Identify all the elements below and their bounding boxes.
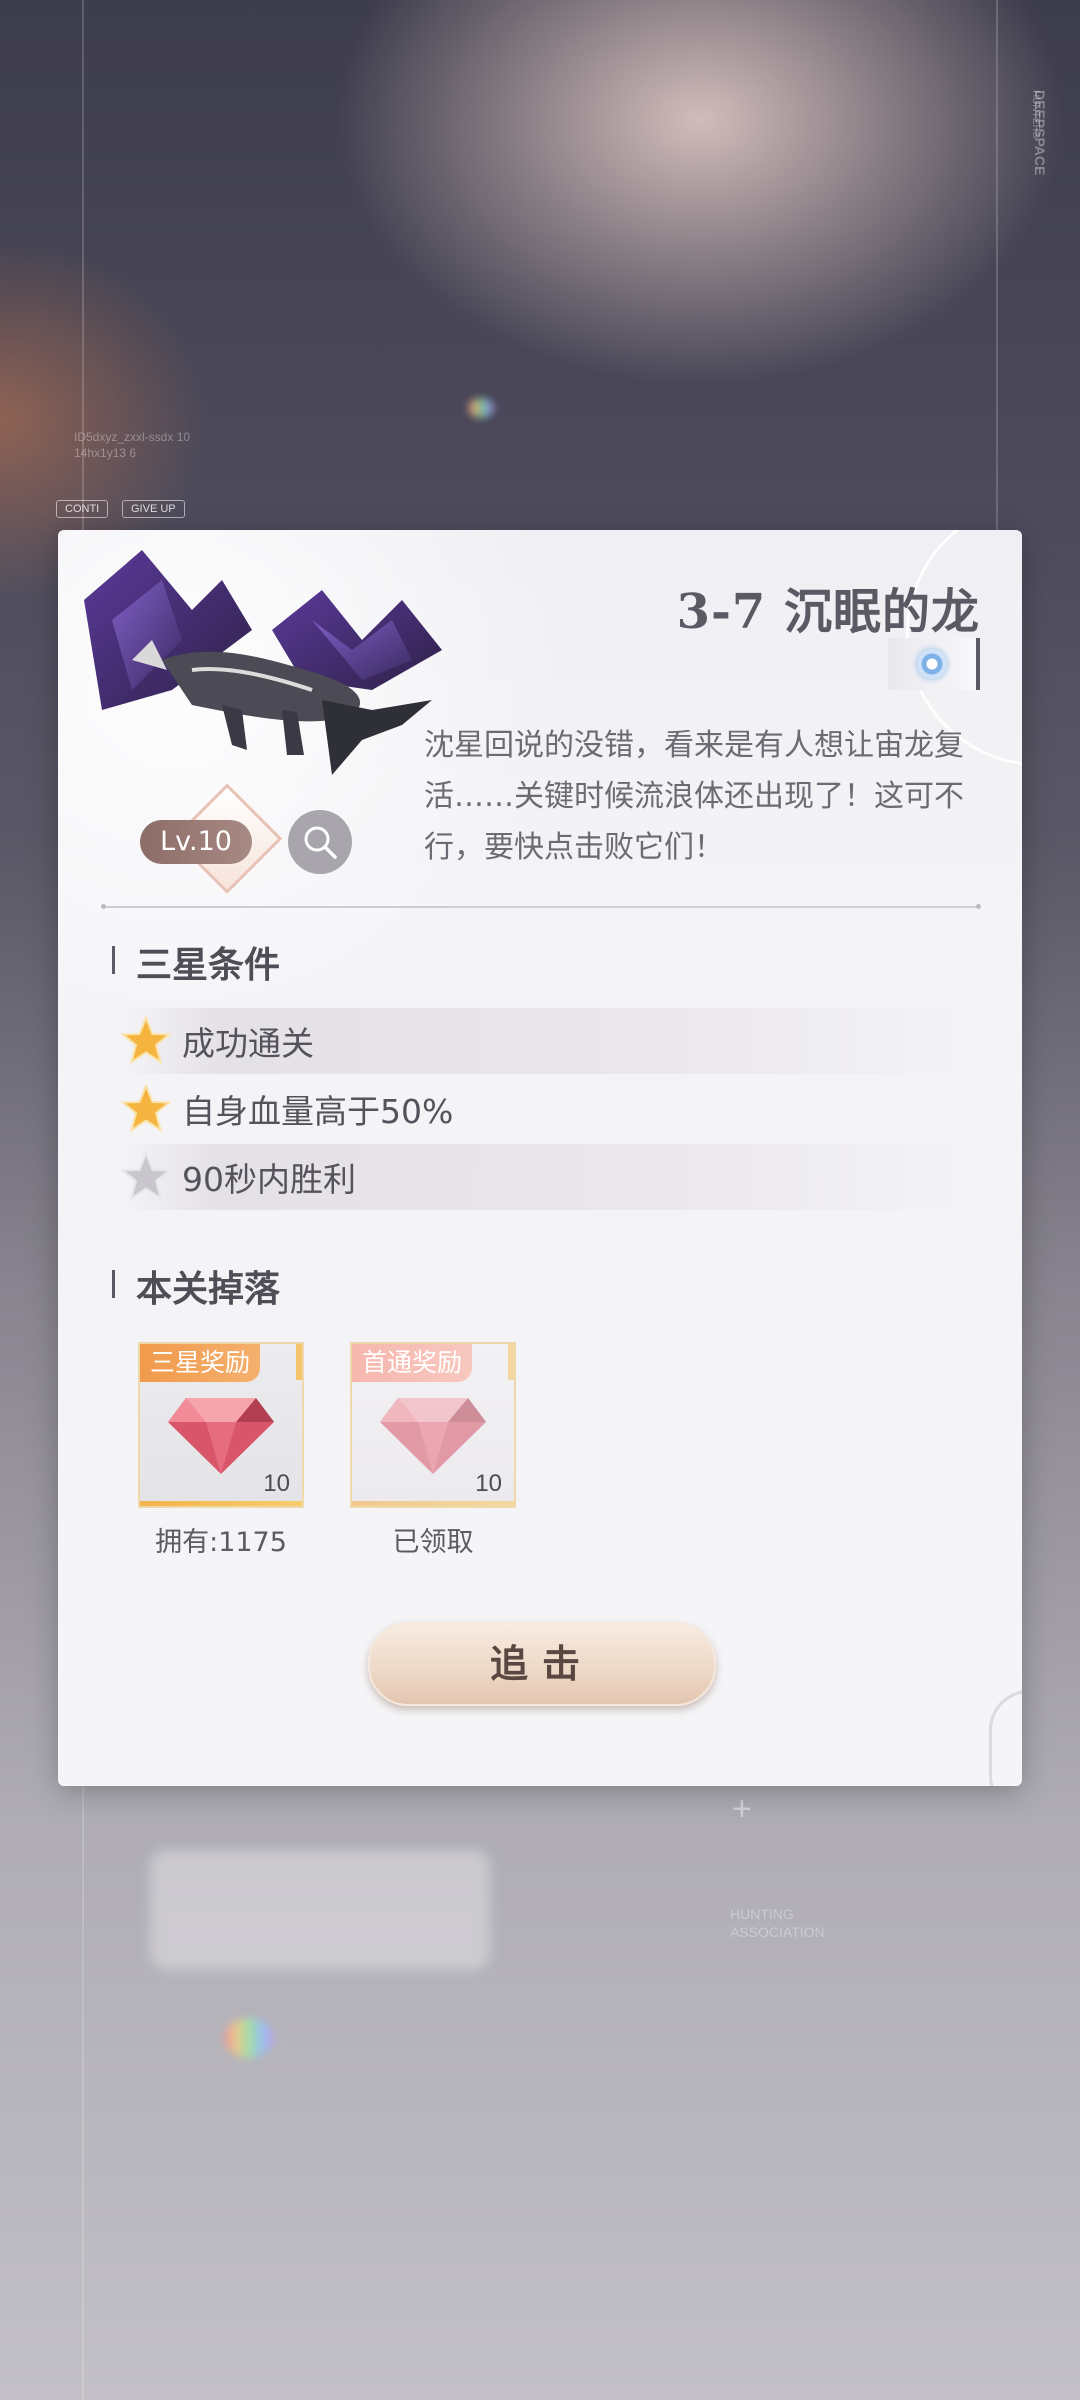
reward-side-accent [296,1344,302,1380]
three-star-conditions-heading: 三星条件 [112,936,280,988]
condition-row: 90秒内胜利 [120,1144,970,1210]
bg-prism-flare-2 [224,2018,274,2058]
bg-plus-icon: + [732,1790,752,1828]
section-divider [101,904,981,909]
condition-text: 成功通关 [182,1024,314,1063]
bg-vertical-line-right [996,0,998,540]
bg-prism-flare-1 [468,398,494,418]
stage-mode-badge[interactable] [888,638,980,690]
condition-text: 90秒内胜利 [182,1160,356,1199]
reward-caption: 拥有:1175 [155,1527,287,1558]
star-filled-icon [120,1083,172,1133]
level-label: Lv.10 [140,820,252,864]
chase-battle-button[interactable]: 追击 [368,1622,716,1706]
enemy-level-badge: Lv.10 [140,783,283,894]
reward-tag: 三星奖励 [140,1344,261,1382]
inspect-enemy-button[interactable] [288,810,352,874]
card-corner-arc [989,1690,1022,1786]
target-ring-icon [917,649,947,679]
stage-title: 3-7 沉眠的龙 [676,584,980,640]
bg-continue-chip: CONTI [56,500,109,518]
bg-give-up-chip: GIVE UP [122,500,185,518]
reward-side-accent [508,1344,514,1380]
bg-assoc-line-1: HUNTING [730,1906,794,1922]
reward-item-three-star[interactable]: 三星奖励 10 拥有:1175 [138,1342,310,1559]
condition-row: 自身血量高于50% [120,1076,970,1142]
bg-assoc-line-2: ASSOCIATION [730,1924,825,1940]
stage-description: 沈星回说的没错，看来是有人想让宙龙复活……关键时候流浪体还出现了！这可不行，要快… [424,728,964,865]
search-icon [304,826,337,859]
stage-drops-heading: 本关掉落 [112,1260,280,1312]
condition-row: 成功通关 [120,1008,970,1074]
star-filled-icon [120,1015,172,1065]
reward-item-first-clear[interactable]: 首通奖励 10 已领取 [350,1342,522,1559]
reward-slot[interactable]: 三星奖励 10 [138,1342,304,1508]
bg-brand-sub: HUNTERS [1030,90,1041,139]
condition-text: 自身血量高于50% [182,1092,454,1131]
bg-code-2: 14hx1y13 6 [74,446,137,460]
reward-count: 10 [263,1470,290,1497]
reward-rarity-bar [352,1501,514,1506]
stage-detail-card: 3-7 沉眠的龙 沈星回说的没错，看来是有人想让宙龙复活……关键时候流浪体还出现… [58,530,1022,1786]
bg-blurred-button [150,1850,490,1970]
bg-code-1: ID5dxyz_zxxl-ssdx 10 [74,430,191,444]
reward-count: 10 [475,1470,502,1497]
gem-icon [380,1398,486,1474]
reward-tag: 首通奖励 [352,1344,473,1382]
reward-slot[interactable]: 首通奖励 10 [350,1342,516,1508]
reward-caption: 已领取 [392,1527,474,1558]
reward-rarity-bar [140,1501,302,1506]
star-empty-icon [120,1151,172,1201]
gem-icon [168,1398,274,1474]
